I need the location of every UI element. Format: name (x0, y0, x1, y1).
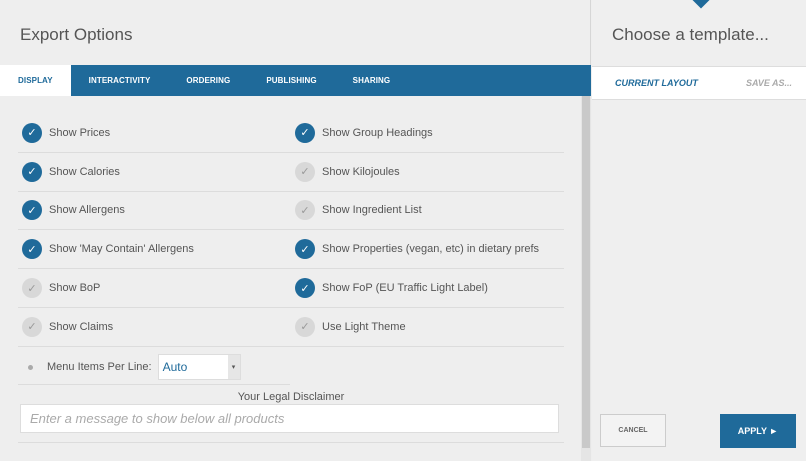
option-show-may-contain-allergens[interactable]: ✓ Show 'May Contain' Allergens (18, 230, 291, 268)
bullet-icon (28, 364, 33, 370)
option-row: ✓ Show 'May Contain' Allergens ✓ Show Pr… (18, 230, 564, 270)
apply-button[interactable]: APPLY ► (720, 414, 796, 448)
divider (18, 442, 564, 443)
option-show-calories[interactable]: ✓ Show Calories (18, 153, 291, 191)
tab-interactivity[interactable]: INTERACTIVITY (71, 65, 169, 96)
option-show-allergens[interactable]: ✓ Show Allergens (18, 192, 291, 230)
scrollbar[interactable] (581, 96, 591, 461)
checkbox-show-may-contain-allergens[interactable]: ✓ (22, 239, 42, 260)
option-label: Show Prices (49, 126, 111, 139)
checkbox-show-prices[interactable]: ✓ (22, 122, 42, 143)
checkbox-show-calories[interactable]: ✓ (22, 161, 42, 182)
option-row: ✓ Show BoP ✓ Show FoP (EU Traffic Light … (18, 269, 564, 308)
tab-display[interactable]: DISPLAY (0, 65, 71, 96)
scrollbar-thumb[interactable] (582, 96, 590, 448)
checkbox-show-ingredient-list[interactable]: ✓ (295, 200, 315, 221)
option-label: Show Kilojoules (322, 165, 400, 178)
export-options-panel: Export Options DISPLAY INTERACTIVITY ORD… (0, 0, 591, 461)
menu-items-per-line-select[interactable]: Auto ▾ (157, 354, 241, 380)
option-show-claims[interactable]: ✓ Show Claims (18, 308, 291, 346)
checkbox-show-bop[interactable]: ✓ (22, 278, 42, 299)
panel-title: Export Options (20, 25, 133, 44)
option-show-ingredient-list[interactable]: ✓ Show Ingredient List (291, 192, 564, 230)
checkbox-show-claims[interactable]: ✓ (22, 316, 42, 337)
option-row: ✓ Show Prices ✓ Show Group Headings (18, 114, 564, 153)
option-label: Show FoP (EU Traffic Light Label) (322, 282, 488, 295)
menu-items-per-line-label: Menu Items Per Line: (47, 361, 152, 373)
tab-ordering[interactable]: ORDERING (168, 65, 248, 96)
option-use-light-theme[interactable]: ✓ Use Light Theme (291, 308, 564, 346)
option-show-bop[interactable]: ✓ Show BoP (18, 269, 291, 307)
select-value: Auto (162, 360, 188, 374)
option-row: ✓ Show Claims ✓ Use Light Theme (18, 308, 564, 347)
display-options-content: ✓ Show Prices ✓ Show Group Headings ✓ Sh… (0, 96, 591, 461)
option-label: Show Calories (49, 165, 120, 178)
option-label: Show Allergens (49, 204, 125, 217)
legal-disclaimer-label: Your Legal Disclaimer (237, 391, 345, 403)
option-show-fop[interactable]: ✓ Show FoP (EU Traffic Light Label) (291, 269, 564, 307)
checkbox-show-fop[interactable]: ✓ (295, 278, 315, 299)
option-label: Show Claims (49, 320, 114, 333)
checkbox-show-allergens[interactable]: ✓ (22, 200, 42, 221)
option-label: Show BoP (49, 282, 101, 295)
divider (18, 384, 290, 385)
cancel-button[interactable]: CANCEL (600, 414, 666, 447)
option-label: Show Ingredient List (322, 204, 422, 217)
option-label: Show Group Headings (322, 126, 433, 139)
option-row: ✓ Show Allergens ✓ Show Ingredient List (18, 192, 564, 231)
option-show-properties[interactable]: ✓ Show Properties (vegan, etc) in dietar… (291, 230, 564, 268)
tab-publishing[interactable]: PUBLISHING (248, 65, 334, 96)
export-options-dialog: Export Options DISPLAY INTERACTIVITY ORD… (0, 0, 809, 461)
caret-pointer-icon (692, 0, 710, 9)
checkbox-use-light-theme[interactable]: ✓ (295, 316, 315, 337)
tab-save-as[interactable]: SAVE AS... (746, 78, 792, 88)
option-label: Show 'May Contain' Allergens (49, 243, 194, 256)
template-panel-title: Choose a template... (612, 25, 769, 44)
checkbox-show-properties[interactable]: ✓ (295, 239, 315, 260)
template-panel: Choose a template... CURRENT LAYOUT SAVE… (592, 0, 806, 461)
template-tabs: CURRENT LAYOUT SAVE AS... (592, 66, 806, 100)
option-label: Use Light Theme (322, 320, 406, 333)
option-row: ✓ Show Calories ✓ Show Kilojoules (18, 153, 564, 192)
tab-sharing[interactable]: SHARING (335, 65, 409, 96)
option-label: Show Properties (vegan, etc) in dietary … (322, 243, 540, 256)
checkbox-show-kilojoules[interactable]: ✓ (295, 161, 315, 182)
option-show-prices[interactable]: ✓ Show Prices (18, 114, 291, 152)
option-show-kilojoules[interactable]: ✓ Show Kilojoules (291, 153, 564, 191)
option-show-group-headings[interactable]: ✓ Show Group Headings (291, 114, 564, 152)
options-grid: ✓ Show Prices ✓ Show Group Headings ✓ Sh… (18, 114, 564, 347)
menu-items-per-line: Menu Items Per Line: Auto ▾ (28, 354, 241, 380)
chevron-down-icon[interactable]: ▾ (227, 355, 240, 379)
tab-bar: DISPLAY INTERACTIVITY ORDERING PUBLISHIN… (0, 65, 591, 96)
tab-current-layout[interactable]: CURRENT LAYOUT (615, 78, 698, 88)
checkbox-show-group-headings[interactable]: ✓ (295, 122, 315, 143)
legal-disclaimer-input[interactable]: Enter a message to show below all produc… (20, 404, 559, 433)
